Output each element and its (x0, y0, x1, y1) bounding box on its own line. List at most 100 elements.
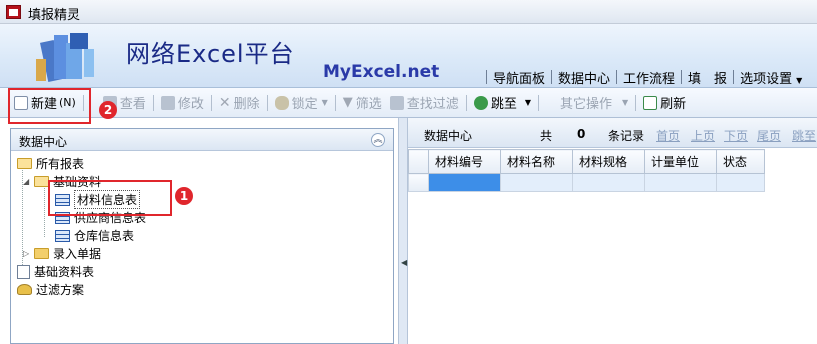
grid-cell[interactable] (716, 173, 765, 192)
record-total-prefix: 共 (540, 129, 553, 143)
nav-navigation-panel[interactable]: 导航面板 (493, 68, 545, 87)
edit-icon (160, 95, 175, 110)
nav-separator (616, 70, 618, 84)
find-filter-icon (389, 95, 404, 110)
tree-node-label: 仓库信息表 (74, 229, 135, 243)
grid-cell-selected[interactable] (428, 173, 501, 192)
annotation-badge-2: 2 (99, 101, 117, 119)
jump-button-label: 跳至 (490, 97, 517, 112)
data-center-panel: 数据中心 ︽ 所有报表 ◢ 基础资料 材料信息表 供应商信息表 仓库信息表 ▷ (10, 128, 394, 344)
refresh-button[interactable]: 刷新 (639, 92, 690, 114)
tree-node-label: 所有报表 (36, 157, 85, 171)
panel-splitter[interactable]: ◀ (398, 118, 408, 344)
banner-subtitle: MyExcel.net (323, 62, 440, 82)
column-header[interactable]: 计量单位 (644, 149, 717, 174)
report-document-icon (17, 264, 30, 279)
next-page-link[interactable]: 下页 (724, 127, 748, 144)
tree-node-all-reports[interactable]: 所有报表 (17, 155, 84, 172)
toolbar-separator (465, 94, 467, 111)
banner-title: 网络Excel平台 (126, 40, 295, 68)
top-nav: 导航面板 数据中心 工作流程 填 报 选项设置 ▼ (480, 68, 802, 87)
view-button-label: 查看 (119, 97, 146, 112)
chevron-down-icon: ▼ (622, 98, 629, 107)
tree-node-warehouse[interactable]: 仓库信息表 (55, 227, 134, 244)
toolbar-separator (266, 94, 268, 111)
tree-node-entry-forms[interactable]: ▷ 录入单据 (23, 245, 101, 262)
toolbar-separator (210, 94, 212, 111)
annotation-box-materials (48, 180, 172, 216)
nav-separator (681, 70, 683, 84)
record-total-suffix: 条记录 (608, 129, 645, 143)
folder-icon (34, 248, 49, 259)
nav-data-center[interactable]: 数据中心 (558, 68, 610, 87)
materials-grid: 材料编号 材料名称 材料规格 计量单位 状态 (408, 149, 765, 192)
nav-separator (733, 70, 735, 84)
panel-header: 数据中心 ︽ (11, 129, 393, 151)
tree-node-label: 过滤方案 (36, 283, 85, 297)
last-page-link[interactable]: 尾页 (757, 127, 781, 144)
filter-button[interactable]: ▼ 筛选 (339, 92, 386, 114)
column-header[interactable]: 材料规格 (572, 149, 645, 174)
nav-separator (486, 70, 487, 84)
delete-button-label: 删除 (233, 97, 260, 112)
grid-cell[interactable] (644, 173, 717, 192)
toolbar-separator (635, 94, 637, 111)
lock-button[interactable]: 锁定 ▼ (271, 92, 332, 114)
other-actions-button[interactable]: 其它操作 ▼ (556, 92, 632, 114)
tree-node-basic-data-table[interactable]: 基础资料表 (17, 263, 94, 280)
tree-node-filter-scheme[interactable]: 过滤方案 (17, 281, 84, 298)
prev-page-link[interactable]: 上页 (691, 127, 715, 144)
edit-button-label: 修改 (177, 97, 204, 112)
nav-options[interactable]: 选项设置 ▼ (740, 68, 802, 87)
folder-open-icon (17, 158, 32, 169)
find-filter-button[interactable]: 查找过滤 (386, 92, 463, 114)
edit-button[interactable]: 修改 (157, 92, 208, 114)
expanded-arrow-icon: ◢ (23, 177, 30, 186)
nav-fill[interactable]: 填 报 (688, 68, 727, 87)
other-actions-label: 其它操作 (559, 97, 612, 112)
column-header[interactable]: 材料编号 (428, 149, 501, 174)
refresh-icon (643, 95, 658, 110)
collapse-icon[interactable]: ︽ (371, 133, 385, 147)
title-bar: 填报精灵 (0, 0, 817, 24)
nav-workflow[interactable]: 工作流程 (623, 68, 675, 87)
grid-cell[interactable] (500, 173, 573, 192)
jump-icon (473, 95, 488, 110)
grid-cell[interactable] (572, 173, 645, 192)
record-count: 0 (577, 127, 586, 141)
app-icon (6, 5, 21, 19)
folder-open-icon (34, 176, 49, 187)
column-header[interactable]: 材料名称 (500, 149, 573, 174)
toolbar-separator (152, 94, 154, 111)
collapsed-arrow-icon: ▷ (23, 249, 30, 258)
toolbar-separator (334, 94, 336, 111)
toolbar: 新建 (N) 查看 修改 ✕ 删除 锁定 ▼ ▼ 筛选 查找过滤 跳至 ▼ 其它… (0, 88, 817, 118)
jump-page-link[interactable]: 跳至 (792, 127, 816, 144)
jump-button[interactable]: 跳至 ▼ (470, 92, 535, 114)
grid-title: 数据中心 (424, 129, 473, 143)
nav-separator (551, 70, 553, 84)
annotation-badge-1: 1 (175, 187, 193, 205)
refresh-button-label: 刷新 (660, 97, 687, 112)
panel-title: 数据中心 (19, 135, 68, 149)
filter-scheme-icon (17, 284, 32, 295)
annotation-box-new (8, 88, 91, 124)
tree-node-label: 录入单据 (53, 247, 102, 261)
delete-icon: ✕ (218, 94, 231, 111)
column-header[interactable]: 状态 (716, 149, 765, 174)
chevron-down-icon: ▼ (524, 98, 531, 107)
data-grid-panel: 数据中心 共 0 条记录 首页 上页 下页 尾页 跳至 材料编号 材料名称 材料… (408, 118, 817, 344)
tree-node-label: 基础资料表 (34, 265, 95, 279)
delete-button[interactable]: ✕ 删除 (215, 92, 264, 114)
find-filter-button-label: 查找过滤 (406, 97, 459, 112)
splitter-arrow-icon: ◀ (401, 258, 408, 267)
filter-button-label: 筛选 (355, 97, 382, 112)
window-title: 填报精灵 (28, 8, 81, 23)
row-header[interactable] (408, 173, 429, 192)
grid-header: 数据中心 共 0 条记录 首页 上页 下页 尾页 跳至 (408, 118, 817, 148)
first-page-link[interactable]: 首页 (656, 127, 680, 144)
logo-icon (36, 33, 94, 83)
funnel-icon: ▼ (342, 95, 353, 110)
table-icon (55, 229, 70, 242)
lock-button-label: 锁定 (291, 97, 318, 112)
